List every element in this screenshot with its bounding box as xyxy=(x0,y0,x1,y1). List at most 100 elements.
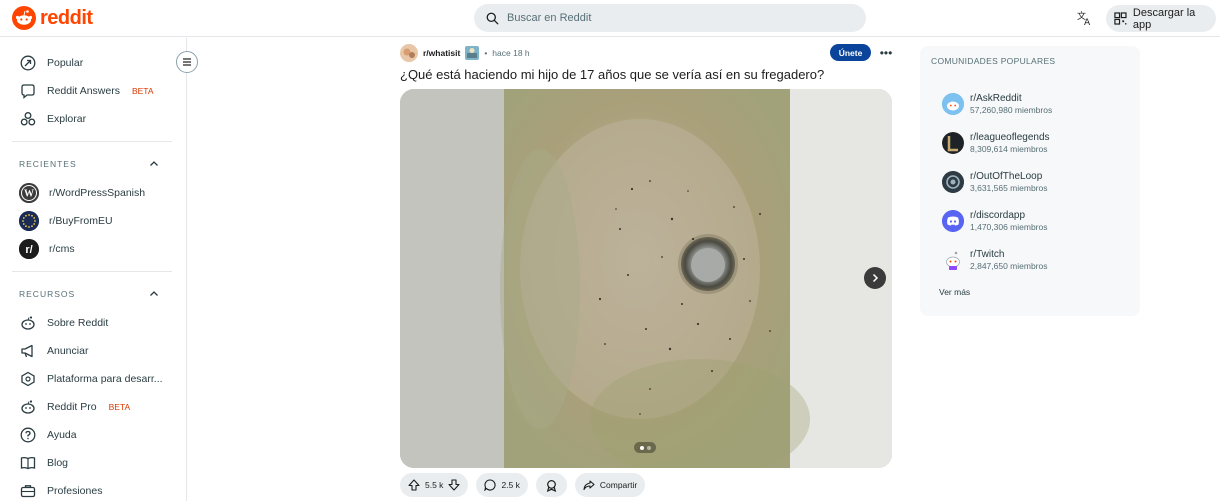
panel-title: COMUNIDADES POPULARES xyxy=(931,56,1056,66)
book-icon xyxy=(19,454,37,472)
community-item[interactable]: r/Twitch 2,847,650 miembros xyxy=(942,247,1132,273)
post-title[interactable]: ¿Qué está haciendo mi hijo de 17 años qu… xyxy=(400,67,892,82)
post-actions: 5.5 k 2.5 k Compartir xyxy=(400,473,646,497)
sidebar-divider xyxy=(12,141,172,142)
svg-text:A: A xyxy=(1084,18,1091,26)
community-members: 8,309,614 miembros xyxy=(970,143,1048,154)
sidebar-item-label: r/BuyFromEU xyxy=(49,215,113,227)
sidebar-item-label: Anunciar xyxy=(47,345,89,357)
community-name: r/discordapp xyxy=(970,209,1026,221)
sidebar-item-developer-platform[interactable]: Plataforma para desarr... xyxy=(19,369,163,389)
logo-wordmark: reddit xyxy=(40,6,93,29)
sidebar-item-help[interactable]: Ayuda xyxy=(19,425,77,445)
outoftheloop-icon xyxy=(942,171,964,193)
community-members: 57,260,980 miembros xyxy=(970,104,1053,115)
eu-icon xyxy=(19,211,39,231)
popular-icon xyxy=(19,54,37,72)
subreddit-name[interactable]: r/whatisit xyxy=(423,48,460,58)
qr-code-icon xyxy=(1114,12,1127,25)
search-input[interactable] xyxy=(507,12,807,24)
search-bar[interactable] xyxy=(474,4,866,32)
askreddit-icon xyxy=(942,93,964,115)
get-app-button[interactable]: Descargar la app xyxy=(1106,5,1216,32)
sidebar-item-about-reddit[interactable]: Sobre Reddit xyxy=(19,313,108,333)
community-name: r/OutOfTheLoop xyxy=(970,170,1043,182)
sidebar-item-wordpressspanish[interactable]: W r/WordPressSpanish xyxy=(19,183,145,203)
award-button[interactable] xyxy=(535,473,567,497)
collapse-sidebar-button[interactable] xyxy=(176,51,198,73)
community-item[interactable]: r/discordapp 1,470,306 miembros xyxy=(942,208,1132,234)
pro-icon xyxy=(19,398,37,416)
chevron-up-icon xyxy=(150,291,158,296)
post-time: hace 18 h xyxy=(492,48,530,58)
svg-text:W: W xyxy=(24,189,34,200)
comments-button[interactable]: 2.5 k xyxy=(476,473,528,497)
sidebar-item-popular[interactable]: Popular xyxy=(19,53,83,73)
sidebar-item-label: Profesiones xyxy=(47,485,103,497)
reddit-logo[interactable]: reddit xyxy=(12,6,93,30)
sidebar-item-explore[interactable]: Explorar xyxy=(19,109,86,129)
sidebar-item-cms[interactable]: r/ r/cms xyxy=(19,239,75,259)
vote-count: 5.5 k xyxy=(425,480,444,490)
award-icon xyxy=(546,479,557,492)
sidebar-item-blog[interactable]: Blog xyxy=(19,453,68,473)
section-title: RECURSOS xyxy=(19,289,76,299)
community-members: 1,470,306 miembros xyxy=(970,221,1048,232)
sidebar-item-label: Sobre Reddit xyxy=(47,317,109,329)
beta-badge: BETA xyxy=(108,402,131,412)
sidebar-item-buyfromeu[interactable]: r/BuyFromEU xyxy=(19,211,113,231)
join-button[interactable]: Únete xyxy=(830,44,871,61)
reddit-icon xyxy=(19,314,37,332)
developer-icon xyxy=(19,370,37,388)
more-options-icon[interactable]: ••• xyxy=(878,44,894,61)
answers-icon xyxy=(19,82,37,100)
comment-count: 2.5 k xyxy=(501,480,520,490)
vote-control: 5.5 k xyxy=(400,473,469,497)
community-item[interactable]: r/AskReddit 57,260,980 miembros xyxy=(942,91,1132,117)
share-icon xyxy=(583,480,595,491)
post-image[interactable] xyxy=(400,89,892,468)
reddit-snoo-icon xyxy=(12,6,36,30)
sidebar-item-label: Reddit Answers xyxy=(47,85,120,97)
briefcase-icon xyxy=(19,482,37,500)
sidebar-item-label: Popular xyxy=(47,57,84,69)
community-members: 2,847,650 miembros xyxy=(970,260,1048,271)
help-icon xyxy=(19,426,37,444)
next-image-button[interactable] xyxy=(864,267,886,289)
svg-text:r/: r/ xyxy=(25,244,32,256)
subreddit-avatar[interactable] xyxy=(400,44,418,62)
sidebar-item-label: Ayuda xyxy=(47,429,77,441)
sidebar-item-label: r/cms xyxy=(49,243,75,255)
chevron-right-icon xyxy=(872,273,879,283)
sidebar-item-label: Explorar xyxy=(47,113,87,125)
chevron-up-icon xyxy=(150,161,158,166)
upvote-icon[interactable] xyxy=(408,479,420,491)
search-icon xyxy=(486,12,499,24)
translate-icon[interactable]: 文 A xyxy=(1076,9,1094,27)
popular-communities-panel: COMUNIDADES POPULARES r/AskReddit 57,260… xyxy=(920,46,1140,316)
author-avatar[interactable] xyxy=(465,46,480,60)
beta-badge: BETA xyxy=(131,86,154,96)
time-separator: • xyxy=(484,48,488,58)
sink-photo xyxy=(400,89,892,468)
downvote-icon[interactable] xyxy=(448,479,460,491)
resources-section-header[interactable]: RECURSOS xyxy=(19,289,159,299)
section-title: RECIENTES xyxy=(19,159,77,169)
community-item[interactable]: r/leagueoflegends 8,309,614 miembros xyxy=(942,130,1132,156)
top-header: reddit 文 A Descargar la app xyxy=(0,0,1220,37)
see-more-link[interactable]: Ver más xyxy=(939,287,970,297)
carousel-dot-active[interactable] xyxy=(639,445,644,450)
menu-icon xyxy=(183,58,191,66)
sidebar-item-label: Plataforma para desarr... xyxy=(47,373,163,385)
sidebar-item-reddit-answers[interactable]: Reddit Answers BETA xyxy=(19,81,154,101)
sidebar-item-careers[interactable]: Profesiones xyxy=(19,481,102,501)
sidebar-item-advertise[interactable]: Anunciar xyxy=(19,341,88,361)
share-button[interactable]: Compartir xyxy=(574,473,646,497)
recent-section-header[interactable]: RECIENTES xyxy=(19,159,159,169)
community-name: r/leagueoflegends xyxy=(970,131,1050,143)
community-item[interactable]: r/OutOfTheLoop 3,631,565 miembros xyxy=(942,169,1132,195)
sidebar-item-label: r/WordPressSpanish xyxy=(49,187,146,199)
sidebar-item-reddit-pro[interactable]: Reddit Pro BETA xyxy=(19,397,130,417)
carousel-dot[interactable] xyxy=(646,445,651,450)
cms-icon: r/ xyxy=(19,239,39,259)
